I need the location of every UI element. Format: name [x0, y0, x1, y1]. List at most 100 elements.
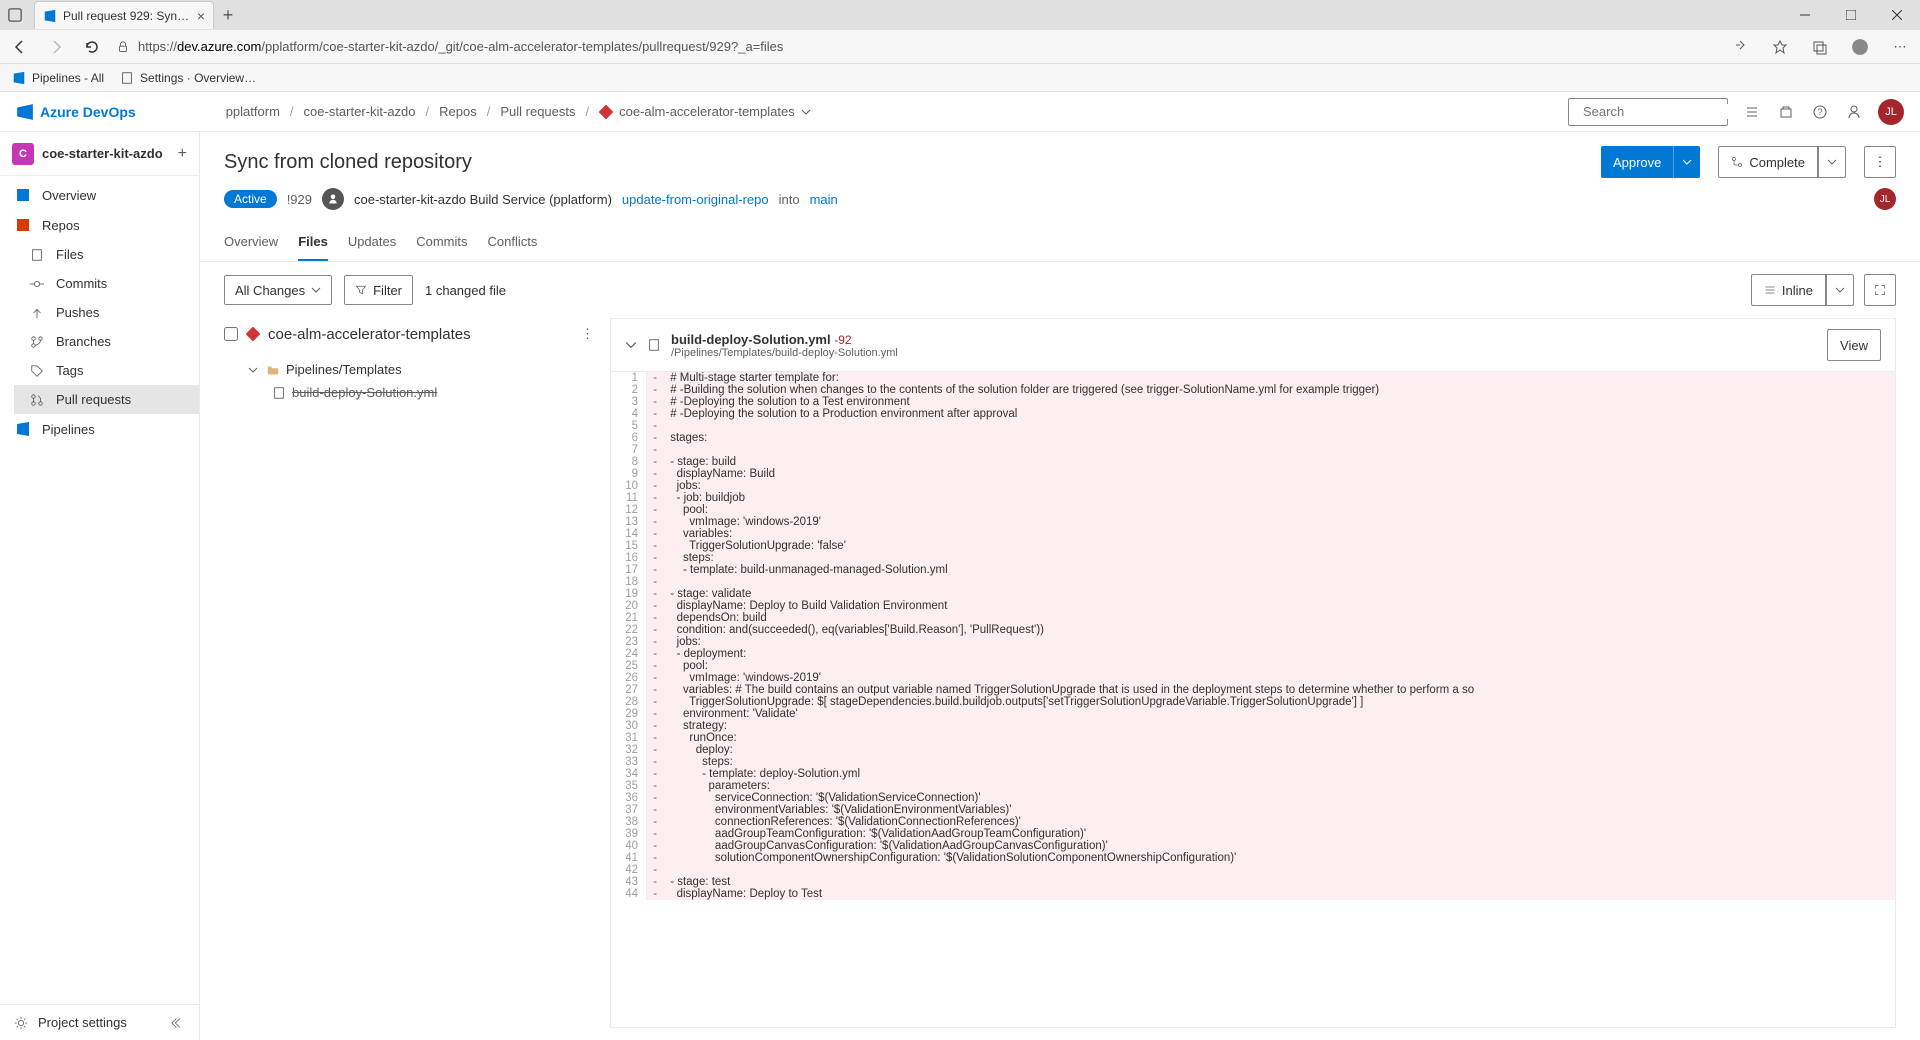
code-line: 18- — [611, 576, 1895, 588]
menu-button[interactable]: ⋯ — [1888, 35, 1912, 59]
complete-button[interactable]: Complete — [1718, 146, 1846, 178]
crumb-org[interactable]: pplatform — [226, 104, 280, 119]
code-line: 13- vmImage: 'windows-2019' — [611, 516, 1895, 528]
code-line: 43- - stage: test — [611, 876, 1895, 888]
all-changes-dropdown[interactable]: All Changes — [224, 275, 332, 305]
crumb-prs[interactable]: Pull requests — [500, 104, 575, 119]
crumb-project[interactable]: coe-starter-kit-azdo — [304, 104, 416, 119]
marketplace-icon[interactable] — [1776, 102, 1796, 122]
favorite-icon[interactable] — [1768, 35, 1792, 59]
target-branch-link[interactable]: main — [810, 192, 838, 207]
nav-tags[interactable]: Tags — [14, 356, 199, 385]
tree-more-button[interactable]: ⋮ — [581, 326, 594, 342]
search-input[interactable] — [1583, 104, 1759, 119]
forward-button[interactable] — [44, 35, 68, 59]
minimize-button[interactable] — [1782, 0, 1828, 30]
code-line: 10- jobs: — [611, 480, 1895, 492]
crumb-repos[interactable]: Repos — [439, 104, 477, 119]
nav: Overview Repos Files Commits Pushes Bran… — [0, 176, 199, 448]
tab-overview[interactable]: Overview — [224, 224, 278, 261]
approve-dropdown[interactable] — [1673, 146, 1700, 178]
view-file-button[interactable]: View — [1827, 329, 1881, 361]
select-all-checkbox[interactable] — [224, 327, 238, 341]
code-line: 14- variables: — [611, 528, 1895, 540]
code-line: 2- # -Building the solution when changes… — [611, 384, 1895, 396]
tree-file[interactable]: build-deploy-Solution.yml — [224, 381, 594, 404]
source-branch-link[interactable]: update-from-original-repo — [622, 192, 769, 207]
list-icon[interactable] — [1742, 102, 1762, 122]
tab-commits[interactable]: Commits — [416, 224, 467, 261]
inline-icon — [1764, 284, 1776, 296]
filter-button[interactable]: Filter — [344, 275, 413, 305]
add-button[interactable]: + — [178, 145, 187, 163]
project-name: coe-starter-kit-azdo — [42, 146, 170, 161]
user-settings-icon[interactable] — [1844, 102, 1864, 122]
browser-toolbar: https://dev.azure.com/pplatform/coe-star… — [0, 30, 1920, 64]
browser-tab[interactable]: Pull request 929: Sync from clon… × — [34, 1, 214, 29]
nav-branches[interactable]: Branches — [14, 327, 199, 356]
refresh-button[interactable] — [80, 35, 104, 59]
new-tab-button[interactable]: + — [214, 5, 242, 26]
diff-code[interactable]: 1- # Multi-stage starter template for:2-… — [611, 372, 1895, 1027]
bookmark-settings[interactable]: Settings · Overview… — [120, 71, 256, 85]
inline-dropdown[interactable] — [1826, 274, 1854, 306]
pr-id: !929 — [287, 192, 312, 207]
inline-toggle[interactable]: Inline — [1751, 274, 1854, 306]
fullscreen-button[interactable] — [1864, 274, 1896, 306]
tree-file-name: build-deploy-Solution.yml — [292, 385, 437, 400]
collapse-sidebar-button[interactable] — [171, 1016, 185, 1030]
nav-files[interactable]: Files — [14, 240, 199, 269]
bookmark-pipelines[interactable]: Pipelines - All — [12, 71, 104, 85]
nav-label: Tags — [56, 363, 83, 378]
breadcrumb: pplatform/ coe-starter-kit-azdo/ Repos/ … — [226, 104, 811, 119]
code-line: 35- parameters: — [611, 780, 1895, 792]
nav-pipelines[interactable]: Pipelines — [0, 414, 199, 444]
changed-count: 1 changed file — [425, 283, 506, 298]
close-window-button[interactable] — [1874, 0, 1920, 30]
tree-root-name[interactable]: coe-alm-accelerator-templates — [268, 326, 573, 343]
user-avatar[interactable]: JL — [1878, 99, 1904, 125]
tab-files[interactable]: Files — [298, 224, 328, 261]
nav-pushes[interactable]: Pushes — [14, 298, 199, 327]
tab-close-button[interactable]: × — [197, 8, 205, 24]
back-button[interactable] — [8, 35, 32, 59]
help-icon[interactable]: ? — [1810, 102, 1830, 122]
code-line: 41- solutionComponentOwnershipConfigurat… — [611, 852, 1895, 864]
nav-label: Branches — [56, 334, 111, 349]
code-line: 1- # Multi-stage starter template for: — [611, 372, 1895, 384]
into-text: into — [779, 192, 800, 207]
project-selector[interactable]: C coe-starter-kit-azdo + — [0, 132, 199, 176]
tab-updates[interactable]: Updates — [348, 224, 396, 261]
nav-repos[interactable]: Repos — [0, 210, 199, 240]
author-name: coe-starter-kit-azdo Build Service (ppla… — [354, 192, 612, 207]
crumb-repo-selector[interactable]: coe-alm-accelerator-templates — [599, 104, 811, 119]
project-settings-link[interactable]: Project settings — [38, 1015, 127, 1030]
search-box[interactable] — [1568, 98, 1728, 126]
nav-pull-requests[interactable]: Pull requests — [14, 385, 199, 414]
tree-folder[interactable]: Pipelines/Templates — [224, 358, 594, 381]
nav-overview[interactable]: Overview — [0, 180, 199, 210]
pr-more-button[interactable]: ⋮ — [1864, 146, 1896, 178]
pr-icon — [28, 393, 46, 407]
collections-icon[interactable] — [1808, 35, 1832, 59]
overview-icon — [14, 187, 32, 203]
file-tree: coe-alm-accelerator-templates ⋮ Pipeline… — [224, 318, 594, 1028]
tab-conflicts[interactable]: Conflicts — [488, 224, 538, 261]
address-bar[interactable]: https://dev.azure.com/pplatform/coe-star… — [116, 39, 1716, 54]
reviewer-avatar[interactable]: JL — [1874, 188, 1896, 210]
code-line: 11- - job: buildjob — [611, 492, 1895, 504]
ado-logo[interactable]: Azure DevOps — [16, 103, 136, 121]
code-line: 33- steps: — [611, 756, 1895, 768]
approve-button[interactable]: Approve — [1601, 146, 1700, 178]
complete-dropdown[interactable] — [1818, 146, 1846, 178]
nav-commits[interactable]: Commits — [14, 269, 199, 298]
crumb-repo-name: coe-alm-accelerator-templates — [619, 104, 795, 119]
code-line: 31- runOnce: — [611, 732, 1895, 744]
diff-collapse-toggle[interactable] — [625, 339, 637, 351]
doc-icon — [120, 71, 134, 85]
profile-icon[interactable] — [1848, 35, 1872, 59]
read-aloud-icon[interactable] — [1728, 35, 1752, 59]
inline-label: Inline — [1782, 283, 1813, 298]
maximize-button[interactable] — [1828, 0, 1874, 30]
all-changes-label: All Changes — [235, 283, 305, 298]
